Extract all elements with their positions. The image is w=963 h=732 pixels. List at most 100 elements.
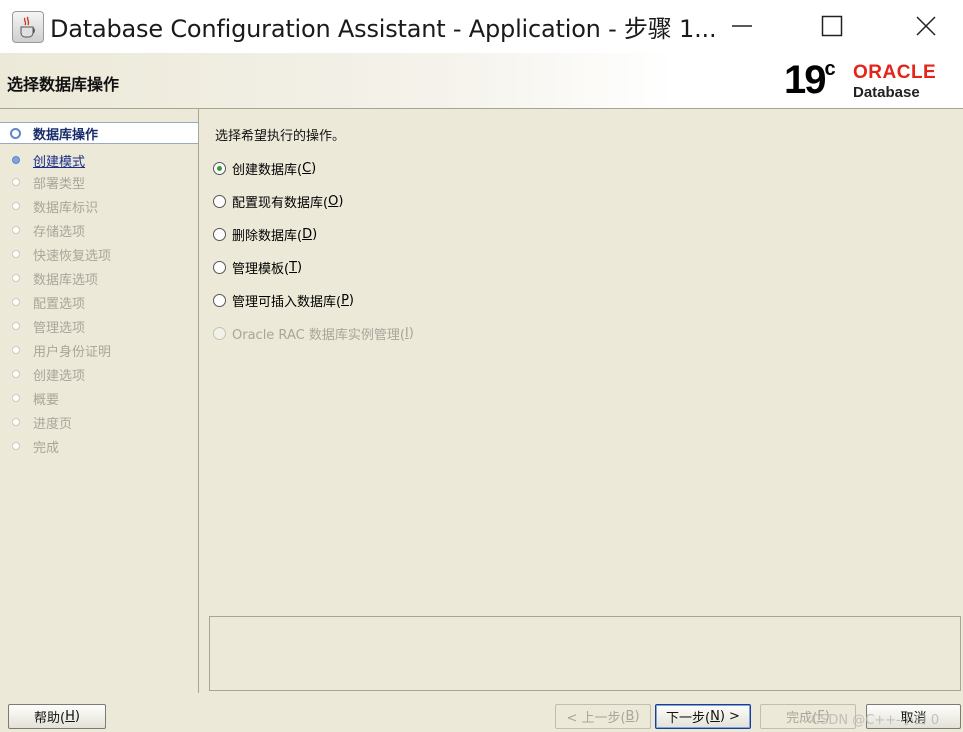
operation-prompt: 选择希望执行的操作。 — [215, 129, 346, 144]
radio-button[interactable] — [213, 260, 226, 274]
option-label: 创建数据库( — [232, 162, 303, 178]
step-finish: 完成 — [0, 435, 198, 457]
option-rac-instance-management: Oracle RAC 数据库实例管理(I) — [213, 323, 414, 343]
logo-version-number: 19 — [784, 58, 826, 102]
step-database-identification: 数据库标识 — [0, 195, 198, 217]
step-label: 数据库标识 — [33, 200, 99, 216]
maximize-button[interactable] — [802, 4, 862, 48]
button-suffix: ) > — [719, 709, 740, 724]
radio-button[interactable] — [213, 227, 226, 241]
step-indicator-icon — [12, 322, 20, 330]
help-button[interactable]: 帮助(H) — [8, 704, 106, 729]
option-label: 配置现有数据库( — [232, 195, 329, 211]
minimize-button[interactable] — [712, 4, 772, 48]
step-indicator-icon — [12, 370, 20, 378]
step-management-options: 管理选项 — [0, 315, 198, 337]
step-user-credentials: 用户身份证明 — [0, 339, 198, 361]
close-icon — [916, 16, 936, 36]
button-label: 取消 — [900, 711, 927, 726]
button-mnemonic: F — [817, 709, 825, 724]
footer-button-bar: 帮助(H) < 上一步(B) 下一步(N) > 完成(F) 取消 CSDN @C… — [0, 693, 963, 732]
button-suffix: ) — [74, 709, 80, 724]
option-label: 管理可插入数据库( — [232, 294, 342, 310]
option-create-database[interactable]: 创建数据库(C) — [213, 158, 316, 178]
step-indicator-icon — [12, 274, 20, 282]
step-indicator-icon — [10, 127, 21, 139]
back-button: < 上一步(B) — [555, 704, 651, 729]
step-indicator-icon — [12, 442, 20, 450]
button-mnemonic: B — [625, 709, 635, 724]
radio-button[interactable] — [213, 161, 226, 175]
step-label: 进度页 — [33, 416, 73, 432]
close-button[interactable] — [896, 4, 956, 48]
step-indicator-icon — [12, 346, 20, 354]
step-label: 部署类型 — [33, 176, 86, 192]
step-creation-option: 创建选项 — [0, 363, 198, 385]
radio-button[interactable] — [213, 293, 226, 307]
next-button[interactable]: 下一步(N) > — [655, 704, 751, 729]
page-title: 选择数据库操作 — [7, 75, 120, 94]
step-indicator-icon — [12, 394, 20, 402]
step-label: 数据库操作 — [33, 127, 99, 143]
button-label: 完成( — [786, 711, 818, 726]
option-mnemonic: T — [289, 259, 298, 275]
maximize-icon — [821, 15, 843, 37]
button-label: 下一步( — [666, 711, 711, 726]
option-suffix: ) — [338, 193, 344, 209]
option-manage-pluggable-databases[interactable]: 管理可插入数据库(P) — [213, 290, 354, 310]
step-indicator-icon — [12, 178, 20, 186]
cancel-button[interactable]: 取消 — [866, 704, 961, 729]
step-indicator-icon — [12, 202, 20, 210]
option-configure-existing-database[interactable]: 配置现有数据库(O) — [213, 191, 343, 211]
button-suffix: ) — [824, 709, 830, 724]
step-indicator-icon — [12, 418, 20, 426]
step-label: 数据库选项 — [33, 272, 99, 288]
option-mnemonic: O — [328, 193, 339, 209]
finish-button: 完成(F) — [760, 704, 856, 729]
radio-button[interactable] — [213, 194, 226, 208]
step-summary: 概要 — [0, 387, 198, 409]
option-suffix: ) — [297, 259, 303, 275]
oracle-product-name: Database — [853, 84, 920, 101]
step-label: 用户身份证明 — [33, 344, 112, 360]
step-database-operation[interactable]: 数据库操作 — [0, 122, 198, 144]
option-label: 删除数据库( — [232, 228, 303, 244]
button-mnemonic: H — [65, 709, 75, 724]
button-suffix: ) — [634, 709, 640, 724]
option-label: 管理模板( — [232, 261, 290, 277]
step-indicator-icon — [12, 250, 20, 258]
option-suffix: ) — [311, 160, 317, 176]
oracle-version-logo: 19c — [784, 58, 836, 103]
step-label: 完成 — [33, 440, 60, 456]
java-cup-icon — [12, 11, 44, 43]
option-manage-templates[interactable]: 管理模板(T) — [213, 257, 302, 277]
step-label: 配置选项 — [33, 296, 86, 312]
radio-button — [213, 326, 226, 340]
option-delete-database[interactable]: 删除数据库(D) — [213, 224, 317, 244]
step-label: 快速恢复选项 — [33, 248, 112, 264]
step-label: 存储选项 — [33, 224, 86, 240]
oracle-logo: ORACLE — [853, 62, 937, 83]
step-configuration-options: 配置选项 — [0, 291, 198, 313]
option-suffix: ) — [348, 292, 354, 308]
step-creation-mode[interactable]: 创建模式 — [0, 149, 198, 171]
main-panel: 选择希望执行的操作。 创建数据库(C) 配置现有数据库(O) 删除数据库(D) … — [199, 109, 963, 693]
step-indicator-icon — [12, 156, 20, 164]
step-fast-recovery-option: 快速恢复选项 — [0, 243, 198, 265]
window-title: Database Configuration Assistant - Appli… — [50, 15, 717, 43]
option-suffix: ) — [408, 325, 414, 341]
step-database-options: 数据库选项 — [0, 267, 198, 289]
step-label: 管理选项 — [33, 320, 86, 336]
button-mnemonic: N — [710, 709, 720, 724]
logo-version-suffix: c — [824, 57, 836, 80]
minimize-icon — [732, 25, 752, 27]
button-label: < 上一步( — [566, 711, 626, 726]
step-storage-option: 存储选项 — [0, 219, 198, 241]
step-label: 概要 — [33, 392, 60, 408]
step-label: 创建选项 — [33, 368, 86, 384]
button-label: 帮助( — [34, 711, 66, 726]
step-label: 创建模式 — [33, 154, 86, 170]
title-bar: Database Configuration Assistant - Appli… — [0, 0, 963, 53]
message-panel — [209, 616, 961, 691]
step-deployment-type: 部署类型 — [0, 171, 198, 193]
